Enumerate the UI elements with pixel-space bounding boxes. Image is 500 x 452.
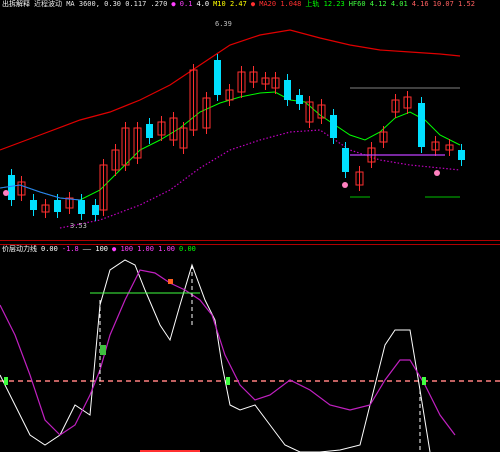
moving-average-line	[0, 91, 461, 201]
main-legend-item: 出拆解释	[2, 0, 30, 8]
candlestick	[214, 60, 221, 95]
candlestick	[296, 95, 303, 104]
buy-dot	[3, 190, 9, 196]
signal-marker	[4, 377, 8, 385]
candlestick	[418, 103, 425, 147]
lower-band-line	[59, 129, 461, 229]
main-legend-item: 4.16 10.07 1.52	[411, 0, 475, 8]
main-chart-panel[interactable]: 出拆解释 近程波动 MA 3600, 0.30 0.117 .270 ● 0.1 4.…	[0, 0, 500, 240]
candlestick	[54, 200, 61, 212]
indicator-legend: 价层动力线 0.00 -1.8 —— 100 ● 100 1.00 1.00 0.00	[2, 245, 200, 254]
indicator-legend-item: 价层动力线	[2, 245, 37, 253]
main-legend-item: M10 2.47	[213, 0, 247, 8]
buy-dot	[434, 170, 440, 176]
indicator-legend-item: —— 100	[82, 245, 109, 253]
signal-marker	[422, 377, 426, 385]
signal-marker	[226, 377, 230, 385]
k-line	[0, 269, 456, 436]
main-legend-item: 近程波动 MA 3600, 0.30 0.117 .270	[34, 0, 168, 8]
main-legend-item: 上轨 12.23	[305, 0, 345, 8]
candlestick	[78, 200, 85, 214]
candlestick	[330, 115, 337, 138]
candlestick	[92, 205, 99, 215]
main-legend-item: ● MA20 1.048	[250, 0, 302, 8]
indicator-canvas[interactable]	[0, 245, 500, 452]
main-legend-item: HF60 4.12 4.01	[348, 0, 408, 8]
indicator-legend-item: -1.8	[61, 245, 79, 253]
indicator-panel[interactable]: 价层动力线 0.00 -1.8 —— 100 ● 100 1.00 1.00 0.00	[0, 245, 500, 452]
signal-line	[0, 259, 431, 452]
low-price-label: 3.53	[70, 222, 87, 230]
candlestick	[458, 150, 465, 160]
indicator-legend-item: ● 100	[112, 245, 134, 253]
signal-marker	[100, 345, 106, 355]
candlestick	[342, 148, 349, 172]
buy-dot	[342, 182, 348, 188]
candlestick	[284, 80, 291, 100]
indicator-legend-item: 0.00	[179, 245, 196, 253]
price-label: 6.39	[215, 20, 232, 28]
candlestick	[146, 124, 153, 138]
signal-marker	[168, 279, 173, 284]
candlestick	[30, 200, 37, 210]
candlesticks[interactable]	[8, 54, 465, 221]
indicator-legend-item: 1.00 1.00	[137, 245, 176, 253]
main-legend-item: 4.0	[196, 0, 210, 8]
main-legend: 出拆解释 近程波动 MA 3600, 0.30 0.117 .270 ● 0.1 4.…	[2, 0, 479, 9]
indicator-legend-item: 0.00	[41, 245, 58, 253]
main-chart-canvas[interactable]	[0, 0, 500, 240]
candlestick	[8, 175, 15, 200]
main-legend-item: ● 0.1	[171, 0, 193, 8]
